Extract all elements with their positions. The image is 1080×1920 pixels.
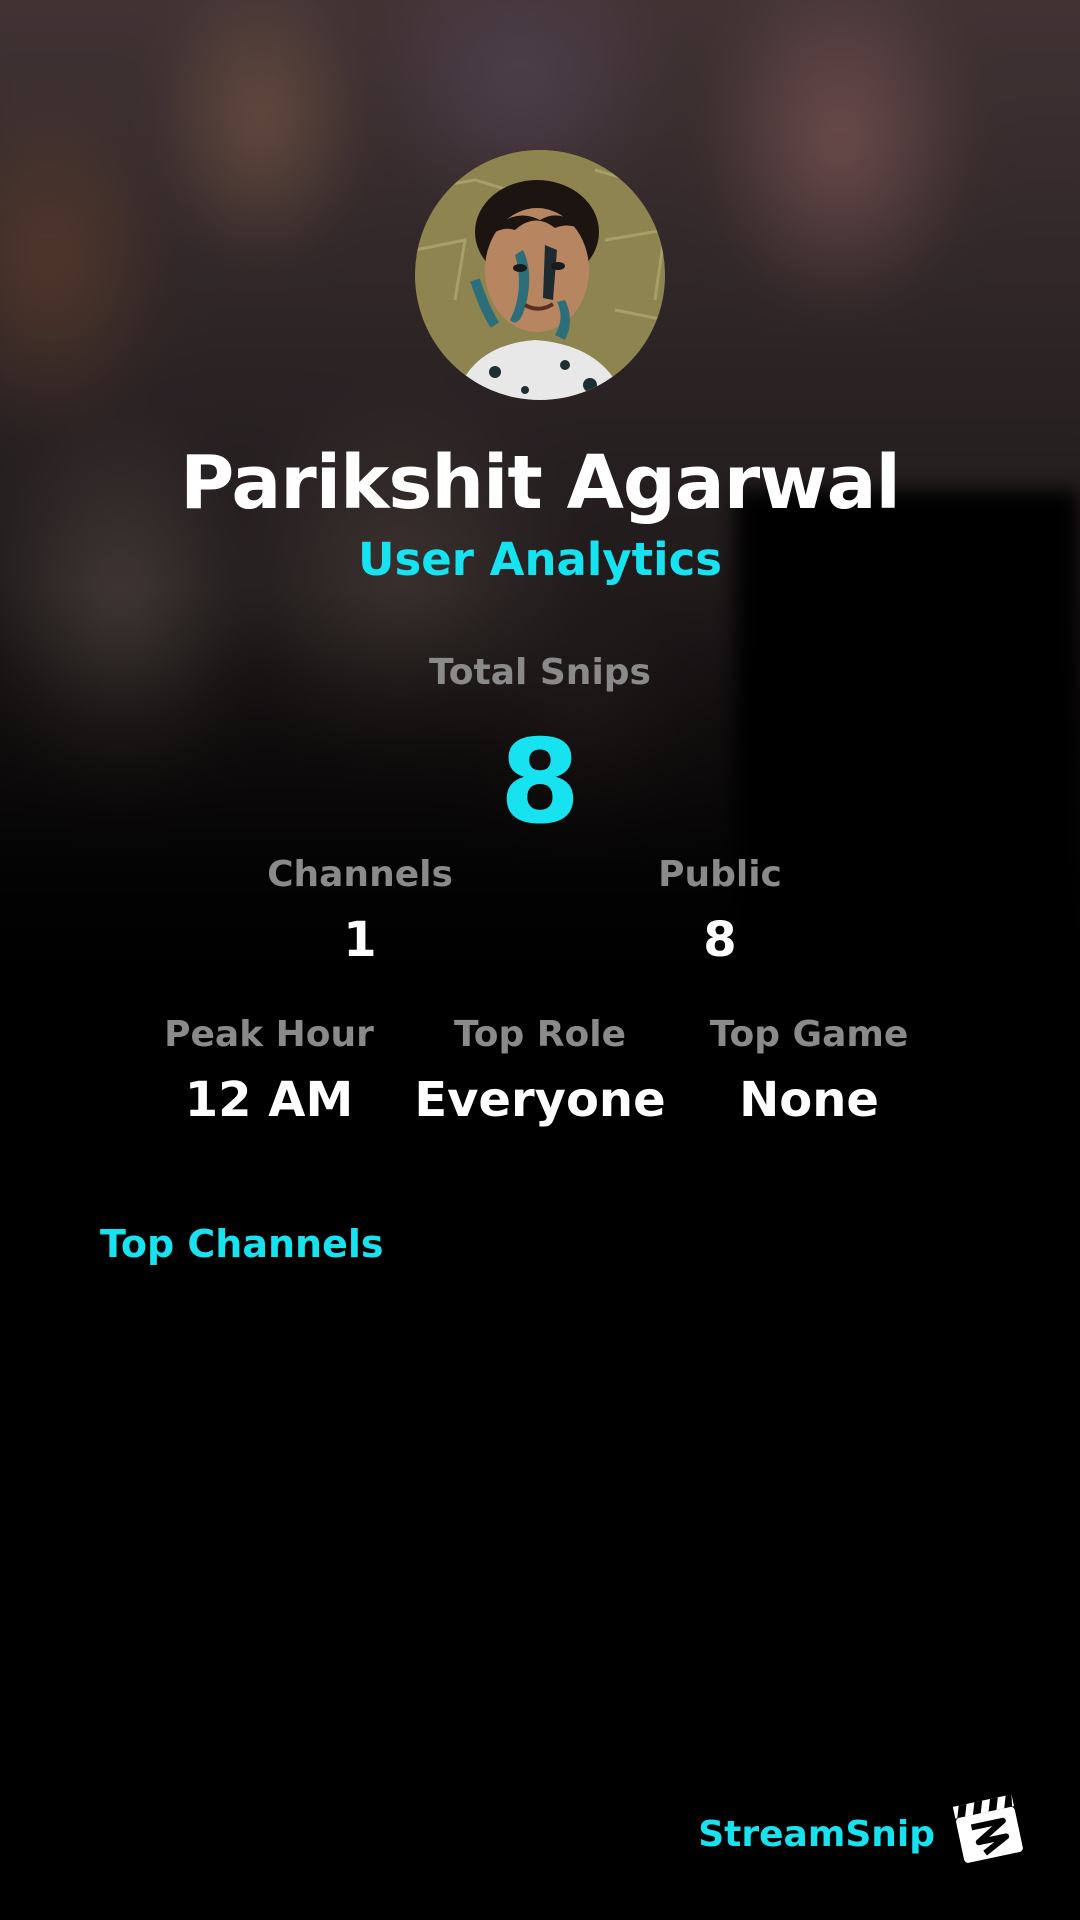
brand-name: StreamSnip [698, 1814, 935, 1855]
user-name: Parikshit Agarwal [180, 440, 901, 526]
clapperboard-icon [950, 1790, 1026, 1866]
channels-label: Channels [267, 854, 453, 895]
public-value: 8 [703, 912, 737, 968]
channels-value: 1 [343, 912, 377, 968]
top-game-label: Top Game [709, 1014, 909, 1055]
top-role-value: Everyone [414, 1072, 666, 1128]
public-label: Public [658, 854, 782, 895]
total-snips-label: Total Snips [429, 652, 651, 693]
total-snips-value: 8 [499, 715, 581, 850]
peak-hour-value: 12 AM [184, 1072, 354, 1128]
peak-hour-label: Peak Hour [164, 1014, 374, 1055]
top-role-label: Top Role [453, 1014, 627, 1055]
top-channels-heading: Top Channels [100, 1222, 384, 1266]
page-subtitle: User Analytics [357, 533, 723, 586]
avatar [415, 150, 665, 400]
top-game-value: None [739, 1072, 879, 1128]
